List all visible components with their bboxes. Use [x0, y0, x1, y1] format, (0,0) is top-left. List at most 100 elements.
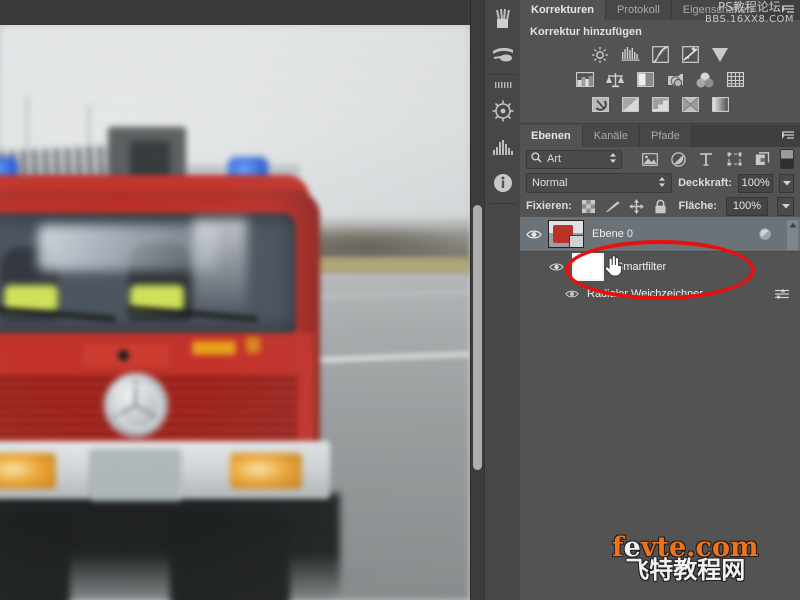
- tab-pfade[interactable]: Pfade: [640, 125, 692, 147]
- ship-wheel-icon[interactable]: [485, 93, 521, 129]
- smart-filter-row[interactable]: Smartfilter: [520, 252, 800, 282]
- curves-icon[interactable]: [651, 46, 670, 63]
- eye-icon[interactable]: [546, 257, 566, 277]
- layer-filter-kinds: [642, 151, 770, 167]
- adjustment-row-3: [520, 94, 800, 119]
- histogram-icon[interactable]: [485, 129, 521, 165]
- layer-kind-select[interactable]: Art: [526, 149, 622, 169]
- truck-headlamp-right: [230, 453, 302, 489]
- layer-filter-bar[interactable]: Art: [520, 147, 800, 171]
- watermark-bottom: fevte.com 飞特教程网: [612, 534, 759, 583]
- truck-tire-right: [170, 515, 290, 600]
- mercedes-star-ring: [116, 385, 162, 431]
- blend-mode-select[interactable]: Normal: [526, 173, 673, 193]
- watermark-bottom-line2: 飞特教程网: [625, 557, 746, 584]
- layers-tab-bar[interactable]: Ebenen Kanäle Pfade: [520, 124, 800, 147]
- lock-all-icon[interactable]: [653, 199, 668, 214]
- threshold-icon[interactable]: [651, 96, 670, 113]
- tab-kanaele[interactable]: Kanäle: [582, 125, 640, 147]
- fill-dropdown-icon[interactable]: [777, 196, 794, 216]
- watermark-top: PS教程论坛 BBS.16XX8.COM: [704, 0, 794, 26]
- scroll-up-arrow-icon[interactable]: [787, 220, 798, 250]
- dock-divider: [489, 74, 517, 75]
- watermark-top-line1: PS教程论坛: [718, 0, 781, 14]
- clone-source-icon[interactable]: [485, 77, 521, 93]
- layer-list[interactable]: Ebene 0 Smartfilter Radialer Weichzeichn…: [520, 217, 800, 306]
- filter-type-icon[interactable]: [698, 151, 714, 167]
- layers-panel-menu-icon[interactable]: [782, 129, 796, 141]
- vibrance-icon[interactable]: [711, 46, 730, 63]
- right-panel-stack: Korrekturen Protokoll Eigenschaften Korr…: [520, 0, 800, 600]
- brush-panel-icon[interactable]: [485, 0, 521, 36]
- opacity-dropdown-icon[interactable]: [779, 173, 794, 193]
- lock-position-icon[interactable]: [628, 198, 644, 214]
- selective-color-icon[interactable]: [681, 96, 700, 113]
- watermark-top-line2: BBS.16XX8.COM: [704, 14, 794, 26]
- filter-adjustment-icon[interactable]: [670, 151, 686, 167]
- tab-ebenen[interactable]: Ebenen: [520, 125, 583, 147]
- gradient-map-icon[interactable]: [711, 96, 730, 113]
- canvas-photo: [0, 25, 470, 600]
- truck-windshield-glare: [38, 225, 218, 271]
- watermark-f: f: [612, 532, 624, 563]
- layer-kind-label: Art: [547, 153, 562, 165]
- document-top-bar: [0, 0, 470, 25]
- fill-label: Fläche:: [678, 200, 717, 212]
- blending-options-icon[interactable]: [774, 287, 790, 301]
- opacity-label: Deckkraft:: [678, 177, 732, 189]
- lock-label: Fixieren:: [526, 200, 572, 212]
- channel-mixer-icon[interactable]: [696, 71, 715, 88]
- layer-row-ebene-0[interactable]: Ebene 0: [520, 217, 800, 252]
- radial-blur-filter-row[interactable]: Radialer Weichzeichner: [520, 282, 800, 306]
- hand-cursor: [602, 253, 624, 277]
- smart-object-icon[interactable]: [758, 227, 774, 241]
- layer-name-label[interactable]: Ebene 0: [592, 228, 633, 240]
- eye-icon[interactable]: [524, 224, 544, 244]
- dock-divider-2: [489, 203, 517, 204]
- filter-pixel-icon[interactable]: [642, 151, 658, 167]
- color-balance-icon[interactable]: [605, 71, 625, 88]
- radial-blur-label[interactable]: Radialer Weichzeichner: [587, 288, 703, 300]
- truck-tire-left: [0, 515, 70, 600]
- brightness-contrast-icon[interactable]: [591, 46, 610, 63]
- lock-transparency-icon[interactable]: [581, 199, 596, 214]
- tab-protokoll[interactable]: Protokoll: [605, 0, 672, 20]
- color-lookup-icon[interactable]: [726, 71, 745, 88]
- stepper-icon[interactable]: [609, 152, 617, 167]
- collapsed-panel-dock[interactable]: [484, 0, 521, 600]
- lock-image-icon[interactable]: [605, 199, 620, 214]
- adjustments-title: Korrektur hinzufügen: [530, 26, 642, 38]
- brush-presets-icon[interactable]: [485, 36, 521, 72]
- opacity-value[interactable]: 100%: [737, 173, 774, 193]
- scrollbar-thumb[interactable]: [473, 205, 482, 470]
- exposure-icon[interactable]: [681, 46, 700, 63]
- truck-winch: [90, 449, 182, 501]
- mercedes-star-emblem: [106, 375, 166, 435]
- adjustment-row-1: [520, 44, 800, 69]
- smart-object-badge-icon: [569, 235, 583, 247]
- adjustments-panel-body: Korrektur hinzufügen: [520, 20, 800, 123]
- truck-windshield-glare-2: [193, 219, 247, 319]
- info-icon[interactable]: [485, 165, 521, 201]
- canvas-vertical-scrollbar[interactable]: [470, 0, 485, 600]
- smart-filter-mask-thumbnail[interactable]: [572, 253, 604, 281]
- fill-value[interactable]: 100%: [726, 196, 768, 216]
- blend-mode-value: Normal: [532, 177, 568, 189]
- lock-row: Fixieren: Fläche: 100%: [520, 195, 800, 217]
- photo-filter-icon[interactable]: [666, 71, 685, 88]
- filter-enable-toggle[interactable]: [780, 149, 794, 169]
- filter-shape-icon[interactable]: [726, 151, 742, 167]
- levels-icon[interactable]: [621, 46, 640, 63]
- eye-icon[interactable]: [564, 284, 580, 304]
- tab-korrekturen[interactable]: Korrekturen: [520, 0, 606, 20]
- filter-smartobject-icon[interactable]: [754, 151, 770, 167]
- layer-thumbnail[interactable]: [548, 220, 584, 248]
- truck-front-dot: [118, 350, 129, 361]
- blend-mode-stepper-icon[interactable]: [658, 176, 666, 191]
- hue-saturation-icon[interactable]: [576, 71, 595, 88]
- photo-fire-truck: [0, 95, 360, 600]
- invert-icon[interactable]: [591, 96, 610, 113]
- black-white-icon[interactable]: [636, 71, 655, 88]
- document-canvas[interactable]: [0, 0, 470, 600]
- posterize-icon[interactable]: [621, 96, 640, 113]
